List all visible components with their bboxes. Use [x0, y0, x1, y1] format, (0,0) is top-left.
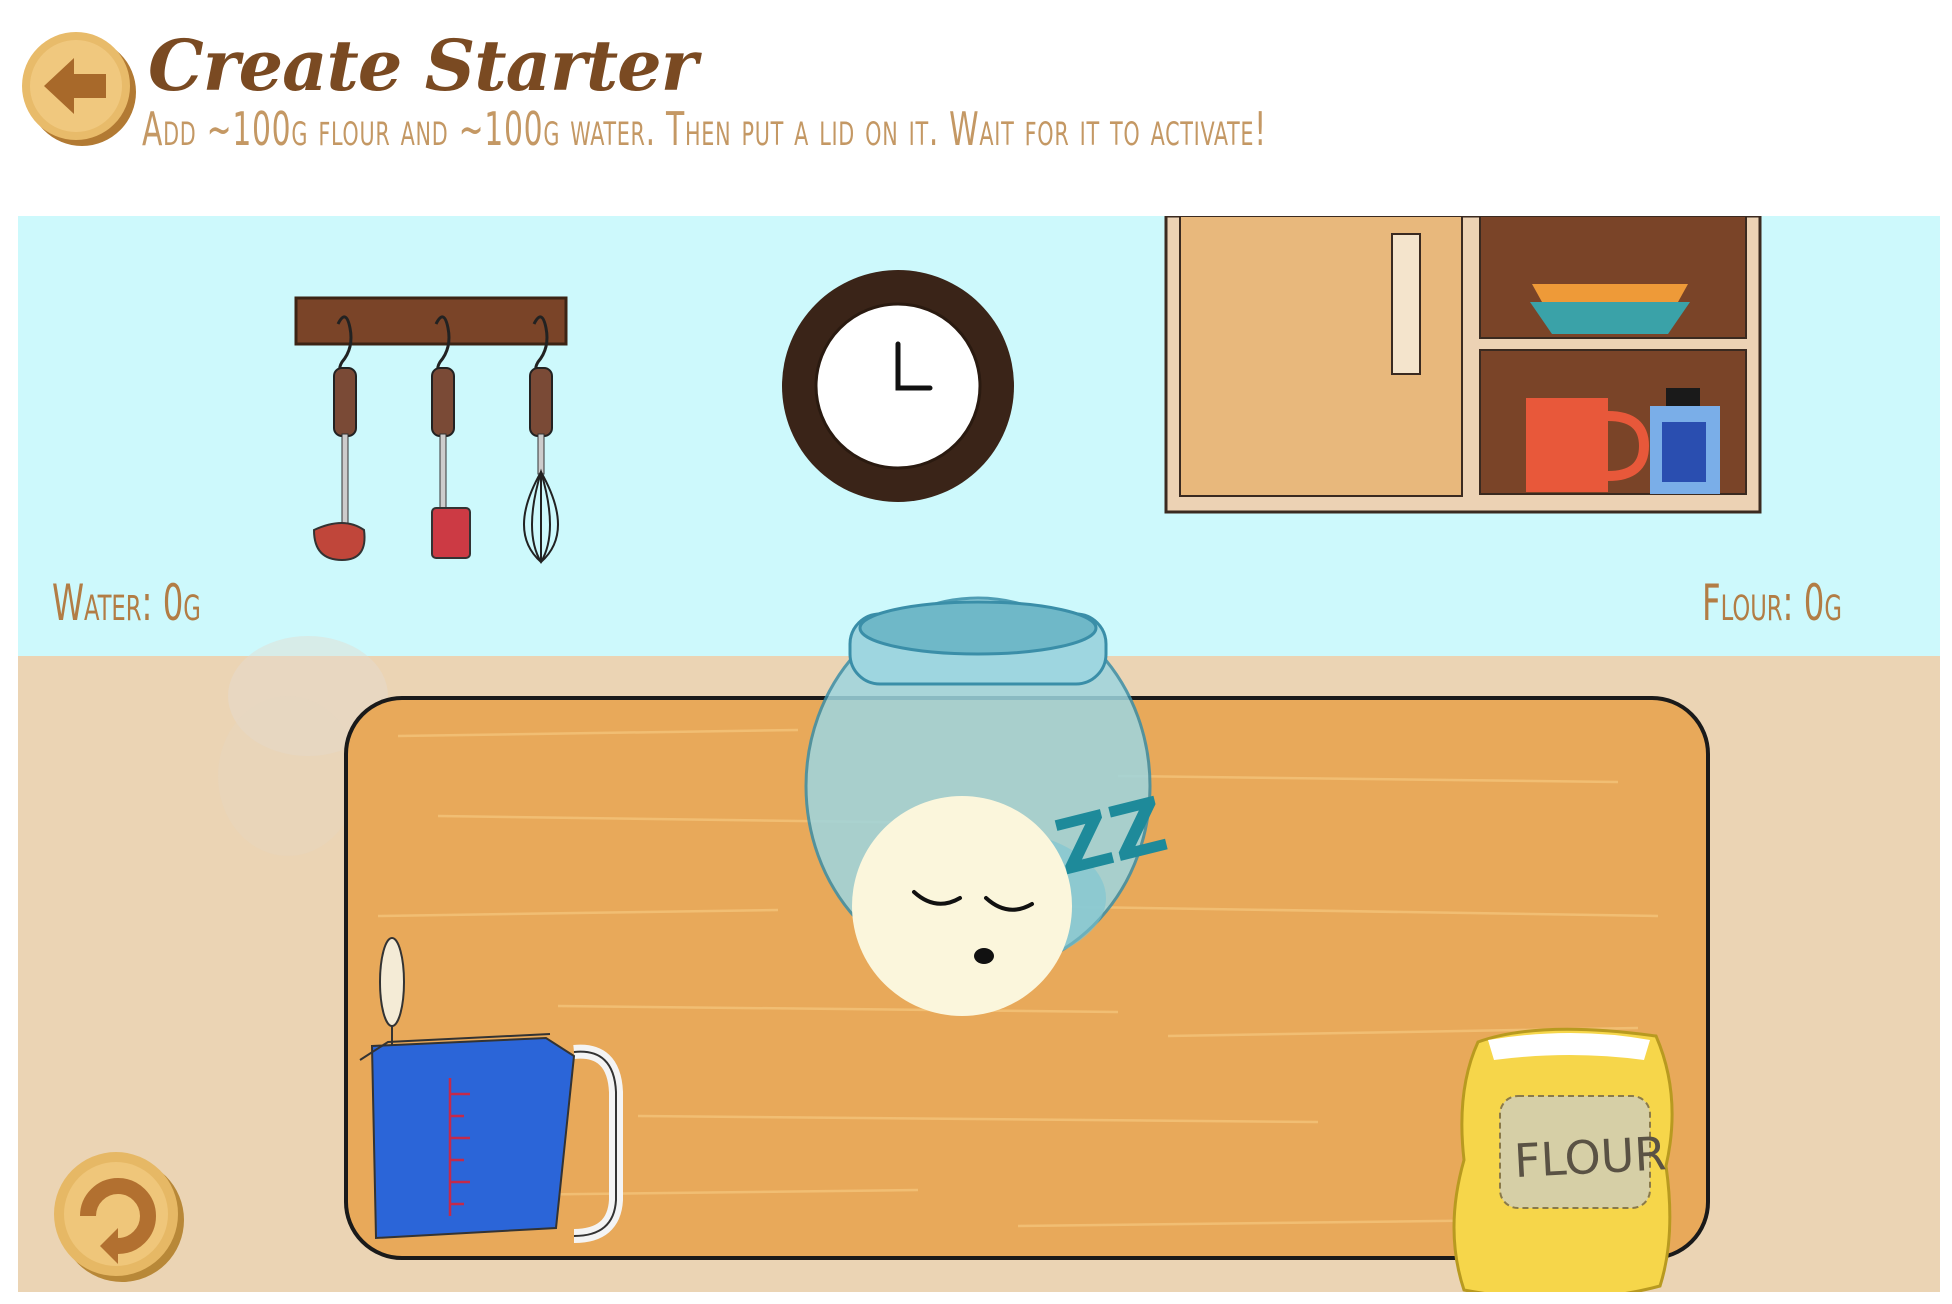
sleeping-starter [852, 796, 1072, 1016]
kitchen-scene: ZZ FLOUR Water: 0g Flour: 0g [18, 216, 1940, 1292]
cupboard [1164, 216, 1762, 514]
page-title: Create Starter [148, 24, 698, 107]
back-button[interactable] [20, 30, 138, 148]
flour-bag-label: FLOUR [1513, 1126, 1668, 1188]
flour-amount-readout: Flour: 0g [1702, 574, 1842, 632]
header: Create Starter Add ~100g flour and ~100g… [0, 0, 1952, 210]
wall-clock [782, 270, 1014, 502]
instructions-text: Add ~100g flour and ~100g water. Then pu… [142, 102, 1267, 156]
water-amount-readout: Water: 0g [52, 574, 201, 632]
